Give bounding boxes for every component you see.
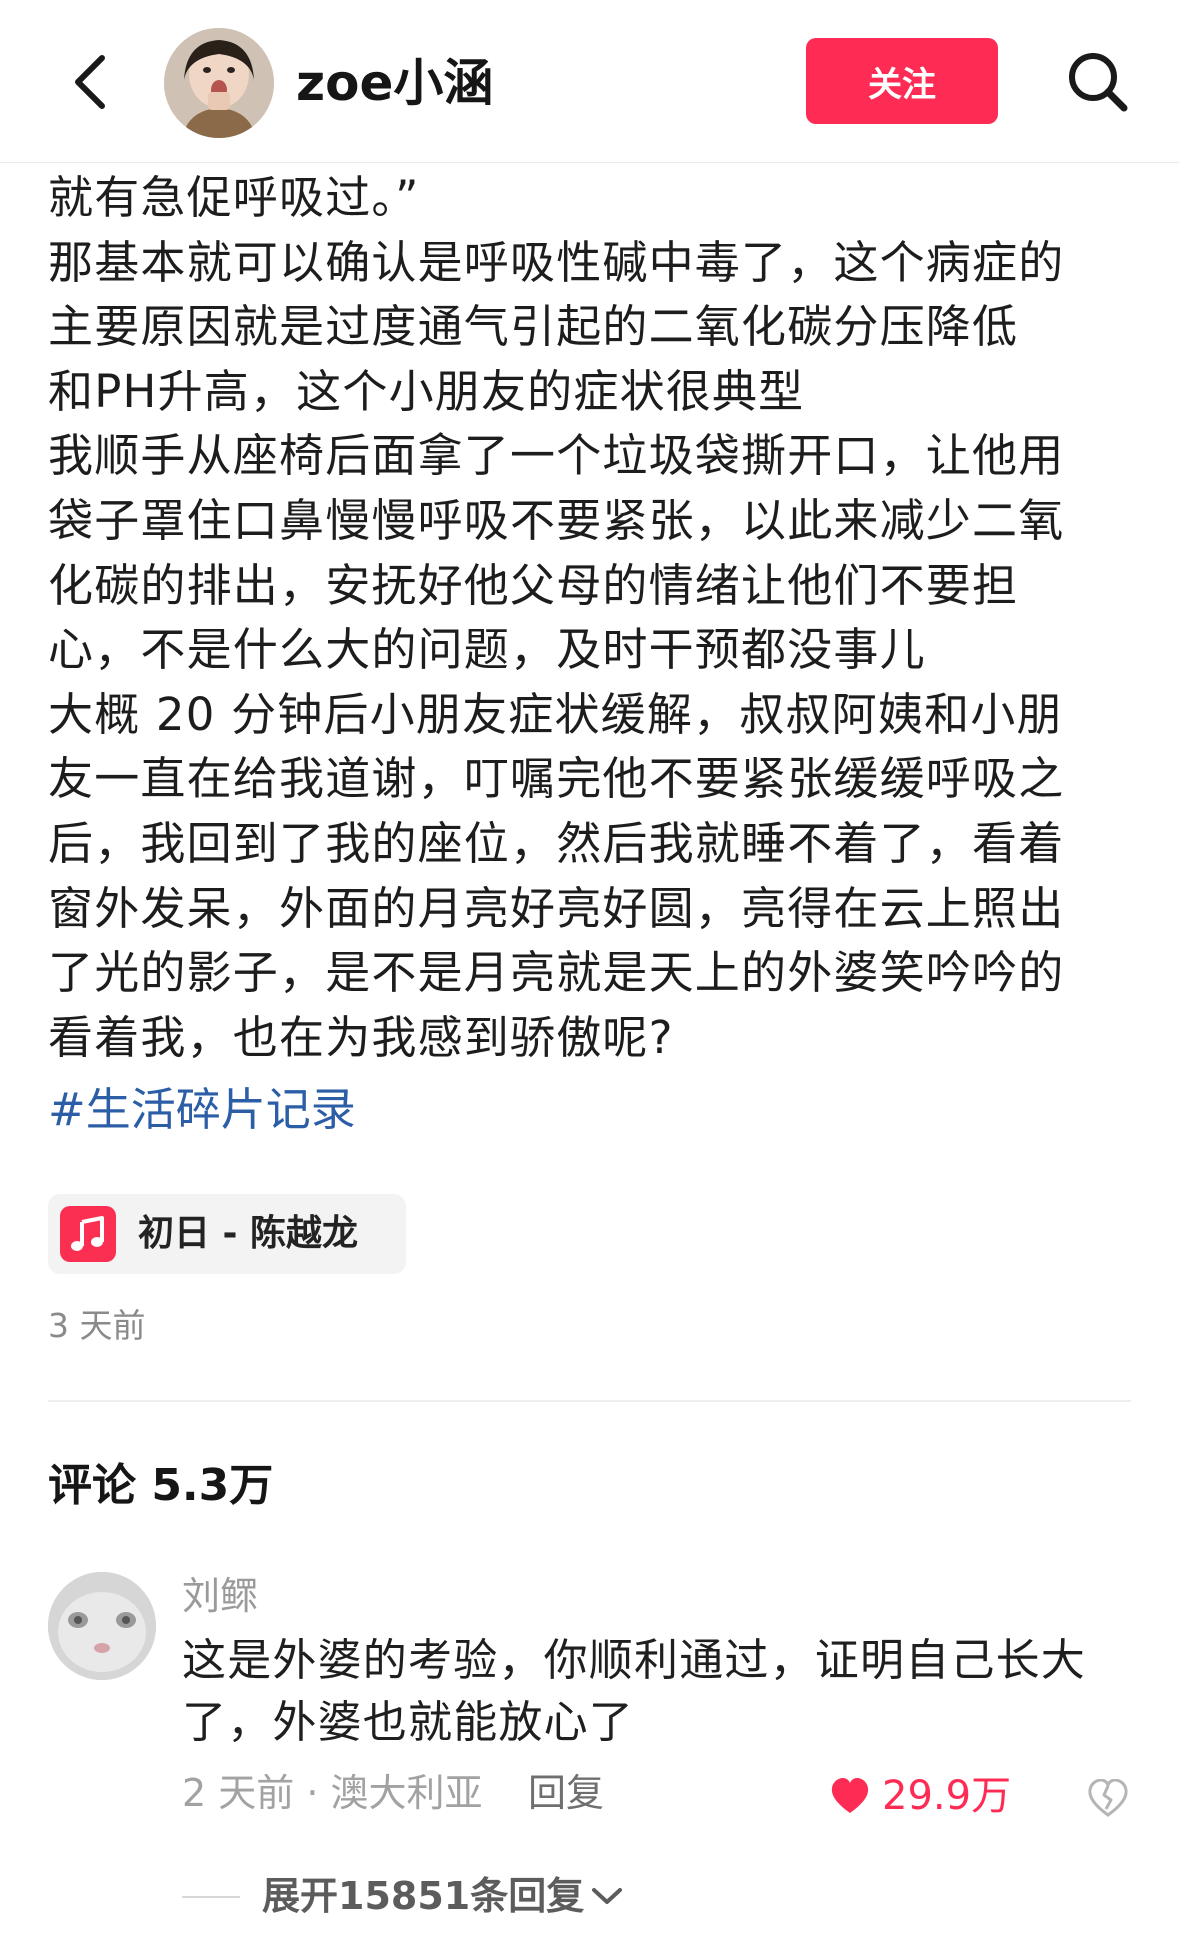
search-button[interactable] <box>1060 44 1136 120</box>
search-icon <box>1069 53 1128 112</box>
post-line: 窗外发呆，外面的月亮好亮好圆，亮得在云上照出 <box>48 881 1065 935</box>
post-text: 就有急促呼吸过。” 那基本就可以确认是呼吸性碱中毒了，这个病症的 主要原因就是过… <box>48 166 1138 1070</box>
author-name[interactable]: zoe小涵 <box>296 48 493 118</box>
post-line: 和PH升高，这个小朋友的症状很典型 <box>48 364 805 418</box>
music-title: 初日 - 陈越龙 <box>138 1213 359 1254</box>
expand-divider <box>182 1896 240 1898</box>
post-line: 我顺手从座椅后面拿了一个垃圾袋撕开口，让他用 <box>48 429 1065 483</box>
post-line: 心，不是什么大的问题，及时干预都没事儿 <box>48 623 926 677</box>
author-avatar[interactable] <box>164 28 274 138</box>
comment-line: 了，外婆也就能放心了 <box>182 1697 634 1748</box>
top-bar: zoe小涵 关注 <box>0 0 1179 163</box>
heart-filled-icon <box>831 1778 869 1813</box>
dislike-button[interactable] <box>1080 1770 1136 1826</box>
broken-heart-icon <box>1088 1779 1128 1817</box>
post-timestamp: 3 天前 <box>48 1306 146 1345</box>
hashtag-link[interactable]: #生活碎片记录 <box>48 1078 356 1142</box>
back-button[interactable] <box>60 44 120 120</box>
avatar-photo <box>164 28 274 138</box>
post-line: 看着我，也在为我感到骄傲呢? <box>48 1010 674 1064</box>
commenter-avatar[interactable] <box>48 1572 156 1680</box>
divider <box>48 1400 1131 1402</box>
like-count: 29.9万 <box>882 1773 1012 1819</box>
like-button[interactable]: 29.9万 <box>830 1768 1011 1824</box>
comment-text: 这是外婆的考验，你顺利通过，证明自己长大 了，外婆也就能放心了 <box>182 1630 1122 1754</box>
reply-button[interactable]: 回复 <box>528 1765 604 1821</box>
chevron-left-icon <box>75 55 105 109</box>
comment-meta: 2 天前 · 澳大利亚 <box>182 1771 483 1815</box>
avatar-photo <box>48 1572 156 1680</box>
post-line: 友一直在给我道谢，叮嘱完他不要紧张缓缓呼吸之 <box>48 752 1065 806</box>
chevron-down-icon <box>592 1888 623 1904</box>
post-line: 后，我回到了我的座位，然后我就睡不着了，看着 <box>48 816 1065 870</box>
post-line: 了光的影子，是不是月亮就是天上的外婆笑吟吟的 <box>48 946 1065 1000</box>
post-line: 大概 20 分钟后小朋友症状缓解，叔叔阿姨和小朋 <box>48 687 1063 741</box>
expand-replies-label: 展开15851条回复 <box>262 1874 585 1918</box>
comment-author[interactable]: 刘鳏 <box>182 1568 258 1624</box>
music-note-icon <box>60 1206 116 1262</box>
comment-line: 这是外婆的考验，你顺利通过，证明自己长大 <box>182 1635 1086 1686</box>
expand-replies-button[interactable]: 展开15851条回复 <box>262 1868 624 1924</box>
comments-count-heading: 评论 5.3万 <box>48 1460 274 1511</box>
post-line: 袋子罩住口鼻慢慢呼吸不要紧张，以此来减少二氧 <box>48 493 1065 547</box>
post-line: 主要原因就是过度通气引起的二氧化碳分压降低 <box>48 300 1019 354</box>
follow-button[interactable]: 关注 <box>806 38 998 124</box>
music-chip[interactable]: 初日 - 陈越龙 <box>48 1194 406 1274</box>
post-line: 化碳的排出，安抚好他父母的情绪让他们不要担 <box>48 558 1019 612</box>
post-line: 就有急促呼吸过。” <box>48 171 420 224</box>
post-line: 那基本就可以确认是呼吸性碱中毒了，这个病症的 <box>48 235 1065 289</box>
